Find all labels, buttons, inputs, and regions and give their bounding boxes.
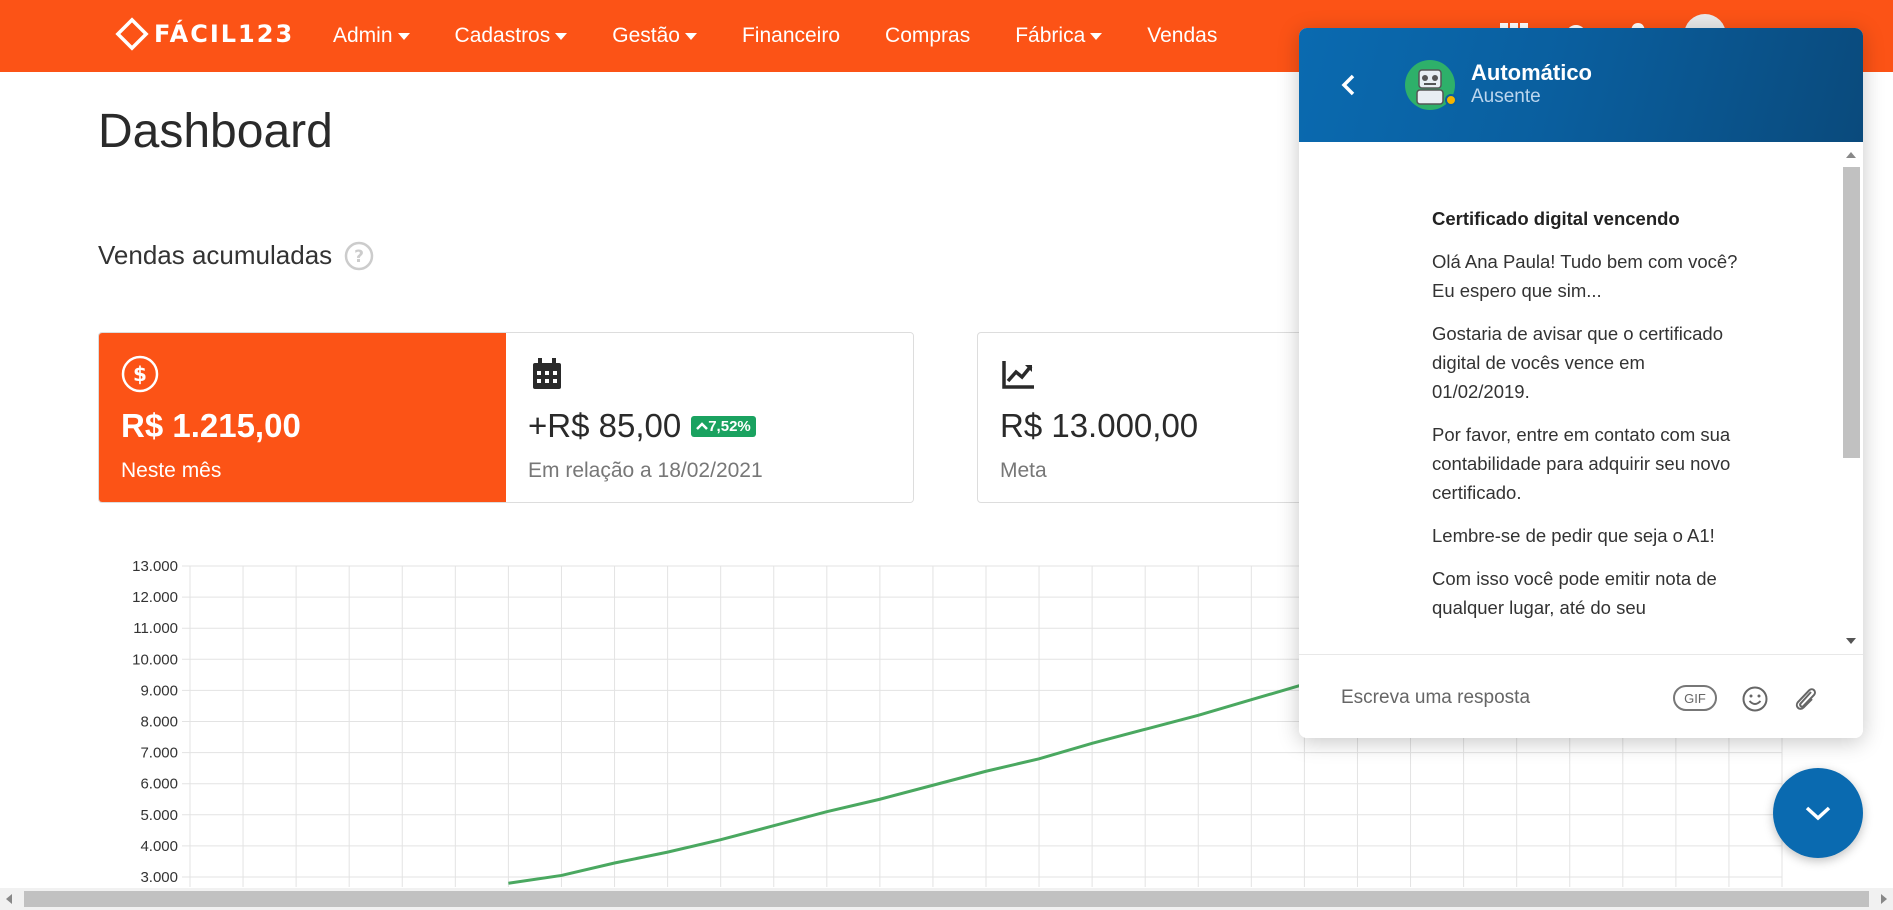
calendar-icon bbox=[533, 358, 561, 389]
chat-vertical-scrollbar[interactable] bbox=[1840, 142, 1863, 654]
scroll-down-icon[interactable] bbox=[1846, 638, 1856, 644]
month-sales-value: R$ 1.215,00 bbox=[121, 407, 301, 444]
message-paragraph: Por favor, entre em contato com sua cont… bbox=[1432, 424, 1731, 503]
chevron-down-icon bbox=[1805, 806, 1831, 821]
chat-message: Certificado digital vencendo Olá Ana Pau… bbox=[1432, 204, 1742, 636]
chat-widget: Automático Ausente Certificado digital v… bbox=[1299, 28, 1863, 738]
comparison-value-row: +R$ 85,00 7,52% bbox=[528, 407, 891, 445]
menu-admin[interactable]: Admin bbox=[333, 24, 410, 48]
chat-agent-name: Automático bbox=[1471, 60, 1592, 85]
chevron-down-icon bbox=[1090, 32, 1103, 40]
paperclip-icon[interactable] bbox=[1791, 683, 1819, 713]
menu-financeiro-label: Financeiro bbox=[741, 24, 841, 47]
chevron-down-icon bbox=[397, 32, 410, 40]
scroll-left-icon[interactable] bbox=[6, 894, 12, 904]
scroll-right-icon[interactable] bbox=[1881, 894, 1887, 904]
brand-logo[interactable]: FÁCIL123 bbox=[114, 16, 294, 52]
message-paragraph: Com isso você pode emitir nota de qualqu… bbox=[1432, 568, 1717, 618]
y-tick-label: 5.000 bbox=[140, 807, 178, 824]
help-icon[interactable]: ? bbox=[344, 241, 374, 271]
menu-compras[interactable]: Compras bbox=[885, 24, 970, 48]
message-paragraph: Olá Ana Paula! Tudo bem com você? Eu esp… bbox=[1432, 251, 1738, 301]
card-goal: R$ 13.000,00 Meta bbox=[977, 332, 1307, 503]
emoji-icon[interactable] bbox=[1741, 685, 1769, 713]
menu-vendas[interactable]: Vendas bbox=[1147, 24, 1217, 48]
svg-text:?: ? bbox=[354, 247, 364, 267]
page-title: Dashboard bbox=[98, 105, 333, 158]
comparison-value: +R$ 85,00 bbox=[528, 407, 682, 444]
menu-fabrica-label: Fábrica bbox=[1015, 24, 1086, 47]
scroll-up-icon[interactable] bbox=[1846, 152, 1856, 158]
menu-gestao[interactable]: Gestão bbox=[612, 24, 697, 48]
y-tick-label: 7.000 bbox=[140, 745, 178, 762]
horizontal-scrollbar[interactable] bbox=[0, 888, 1893, 910]
card-comparison: +R$ 85,00 7,52% Em relação a 18/02/2021 bbox=[506, 333, 913, 502]
menu-cadastros[interactable]: Cadastros bbox=[455, 24, 568, 48]
card-month-sales: $ R$ 1.215,00 Neste mês bbox=[99, 333, 506, 502]
main-menu: Admin Cadastros Gestão Financeiro Compra… bbox=[333, 0, 1262, 72]
app-root: FÁCIL123 Admin Cadastros Gestão Financei… bbox=[0, 0, 1893, 910]
trend-chart-icon bbox=[1002, 361, 1034, 389]
dollar-circle-icon: $ bbox=[121, 355, 159, 393]
sales-summary-cards: $ R$ 1.215,00 Neste mês +R$ 85,00 7,52% … bbox=[98, 332, 914, 503]
chevron-up-icon bbox=[696, 422, 709, 430]
y-tick-label: 9.000 bbox=[140, 682, 178, 699]
status-away-indicator bbox=[1445, 94, 1457, 106]
y-tick-label: 4.000 bbox=[140, 838, 178, 855]
goal-value: R$ 13.000,00 bbox=[1000, 407, 1199, 444]
chat-composer: GIF bbox=[1299, 654, 1863, 738]
chat-agent-status: Ausente bbox=[1471, 86, 1541, 107]
logo-icon bbox=[115, 17, 149, 51]
comparison-label: Em relação a 18/02/2021 bbox=[528, 459, 763, 482]
chat-toggle-button[interactable] bbox=[1773, 768, 1863, 858]
y-tick-label: 6.000 bbox=[140, 776, 178, 793]
message-title: Certificado digital vencendo bbox=[1432, 208, 1680, 229]
back-arrow-icon[interactable] bbox=[1337, 72, 1361, 98]
menu-admin-label: Admin bbox=[333, 24, 393, 47]
menu-fabrica[interactable]: Fábrica bbox=[1015, 24, 1103, 48]
growth-badge-value: 7,52% bbox=[708, 417, 751, 435]
month-sales-label: Neste mês bbox=[121, 459, 222, 482]
chat-messages: Certificado digital vencendo Olá Ana Pau… bbox=[1299, 142, 1863, 654]
chat-header: Automático Ausente bbox=[1299, 28, 1863, 142]
menu-gestao-label: Gestão bbox=[612, 24, 680, 47]
message-paragraph: Lembre-se de pedir que seja o A1! bbox=[1432, 525, 1715, 546]
y-tick-label: 11.000 bbox=[133, 620, 178, 637]
y-tick-label: 13.000 bbox=[132, 558, 178, 575]
svg-text:$: $ bbox=[133, 362, 147, 386]
section-title: Vendas acumuladas bbox=[98, 240, 333, 270]
menu-cadastros-label: Cadastros bbox=[454, 24, 551, 47]
menu-vendas-label: Vendas bbox=[1147, 24, 1218, 47]
chat-scroll-thumb[interactable] bbox=[1843, 167, 1860, 458]
reply-input[interactable] bbox=[1341, 681, 1641, 715]
growth-badge: 7,52% bbox=[691, 415, 756, 437]
message-paragraph: Gostaria de avisar que o certificado dig… bbox=[1432, 323, 1724, 402]
goal-label: Meta bbox=[1000, 459, 1047, 482]
brand-name: FÁCIL123 bbox=[154, 20, 295, 48]
y-tick-label: 8.000 bbox=[140, 714, 178, 731]
y-tick-label: 3.000 bbox=[140, 869, 178, 886]
menu-financeiro[interactable]: Financeiro bbox=[742, 24, 840, 48]
chevron-down-icon bbox=[684, 32, 697, 40]
y-tick-label: 12.000 bbox=[132, 589, 178, 606]
horizontal-scroll-thumb[interactable] bbox=[24, 891, 1869, 907]
gif-button[interactable]: GIF bbox=[1673, 685, 1717, 711]
section-header: Vendas acumuladas ? bbox=[98, 240, 374, 271]
menu-compras-label: Compras bbox=[885, 24, 971, 47]
chevron-down-icon bbox=[555, 32, 568, 40]
y-tick-label: 10.000 bbox=[132, 651, 178, 668]
